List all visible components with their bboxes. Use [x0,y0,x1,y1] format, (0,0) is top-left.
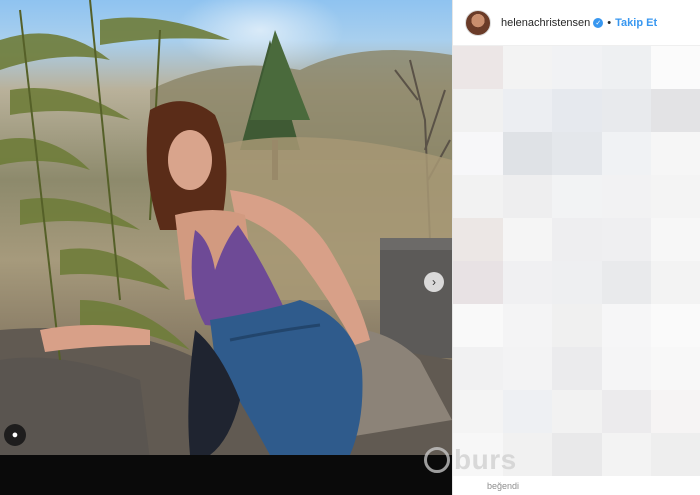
photo-scene [0,0,452,460]
mosaic-tile [552,347,602,390]
mosaic-tile [552,175,602,218]
mosaic-tile [453,390,503,433]
mosaic-tile [601,132,652,175]
mosaic-tile [552,218,602,261]
mosaic-tile [502,89,553,132]
mosaic-tile [453,89,503,132]
mosaic-tile [651,347,700,390]
mosaic-tile [601,261,652,304]
mosaic-tile [453,175,503,218]
mosaic-tile [601,89,652,132]
mosaic-tile [601,304,652,347]
username-link[interactable]: helenachristensen [501,17,590,29]
mosaic-tile [601,433,652,476]
mosaic-tile [502,347,553,390]
chevron-right-icon: › [432,275,436,289]
watermark-text: burs [454,444,517,475]
mosaic-tile [601,175,652,218]
likes-text: beğendi [487,480,520,491]
mosaic-tile [453,347,503,390]
mosaic-tile [502,175,553,218]
mosaic-tile [502,304,553,347]
avatar[interactable] [465,9,491,36]
pixelated-comments [453,46,700,476]
mosaic-tile [502,261,553,304]
mosaic-tile [601,46,652,89]
mosaic-tile [651,218,700,261]
mosaic-tile [453,218,503,261]
photo-bottom-strip [0,455,452,495]
watermark: burs [424,438,517,482]
follow-button[interactable]: Takip Et [615,17,657,29]
mosaic-tile [453,261,503,304]
mosaic-tile [552,89,602,132]
mosaic-tile [552,304,602,347]
mosaic-tile [552,261,602,304]
comments-panel: helenachristensen ✓ • Takip Et beğendi [452,0,700,495]
separator-dot: • [607,16,612,29]
post-photo[interactable]: ● › [0,0,452,460]
mosaic-tile [453,132,503,175]
mosaic-tile [552,433,602,476]
mosaic-tile [502,132,553,175]
mosaic-tile [453,304,503,347]
mosaic-tile [651,89,700,132]
mosaic-tile [601,218,652,261]
next-arrow-button[interactable]: › [424,272,444,292]
mosaic-tile [502,218,553,261]
mosaic-tile [651,132,700,175]
mosaic-tile [552,46,602,89]
mosaic-tile [601,390,652,433]
user-tag-icon[interactable]: ● [4,424,26,446]
mosaic-tile [601,347,652,390]
mosaic-tile [552,132,602,175]
mosaic-tile [651,175,700,218]
mosaic-tile [552,390,602,433]
mosaic-tile [651,46,700,89]
mosaic-tile [651,304,700,347]
mosaic-tile [453,46,503,89]
mosaic-tile [502,390,553,433]
mosaic-tile [502,46,553,89]
mosaic-tile [651,433,700,476]
watermark-logo-icon [424,447,450,473]
verified-badge-icon: ✓ [593,17,604,28]
mosaic-tile [651,261,700,304]
mosaic-tile [651,390,700,433]
post-header: helenachristensen ✓ • Takip Et [453,0,700,46]
